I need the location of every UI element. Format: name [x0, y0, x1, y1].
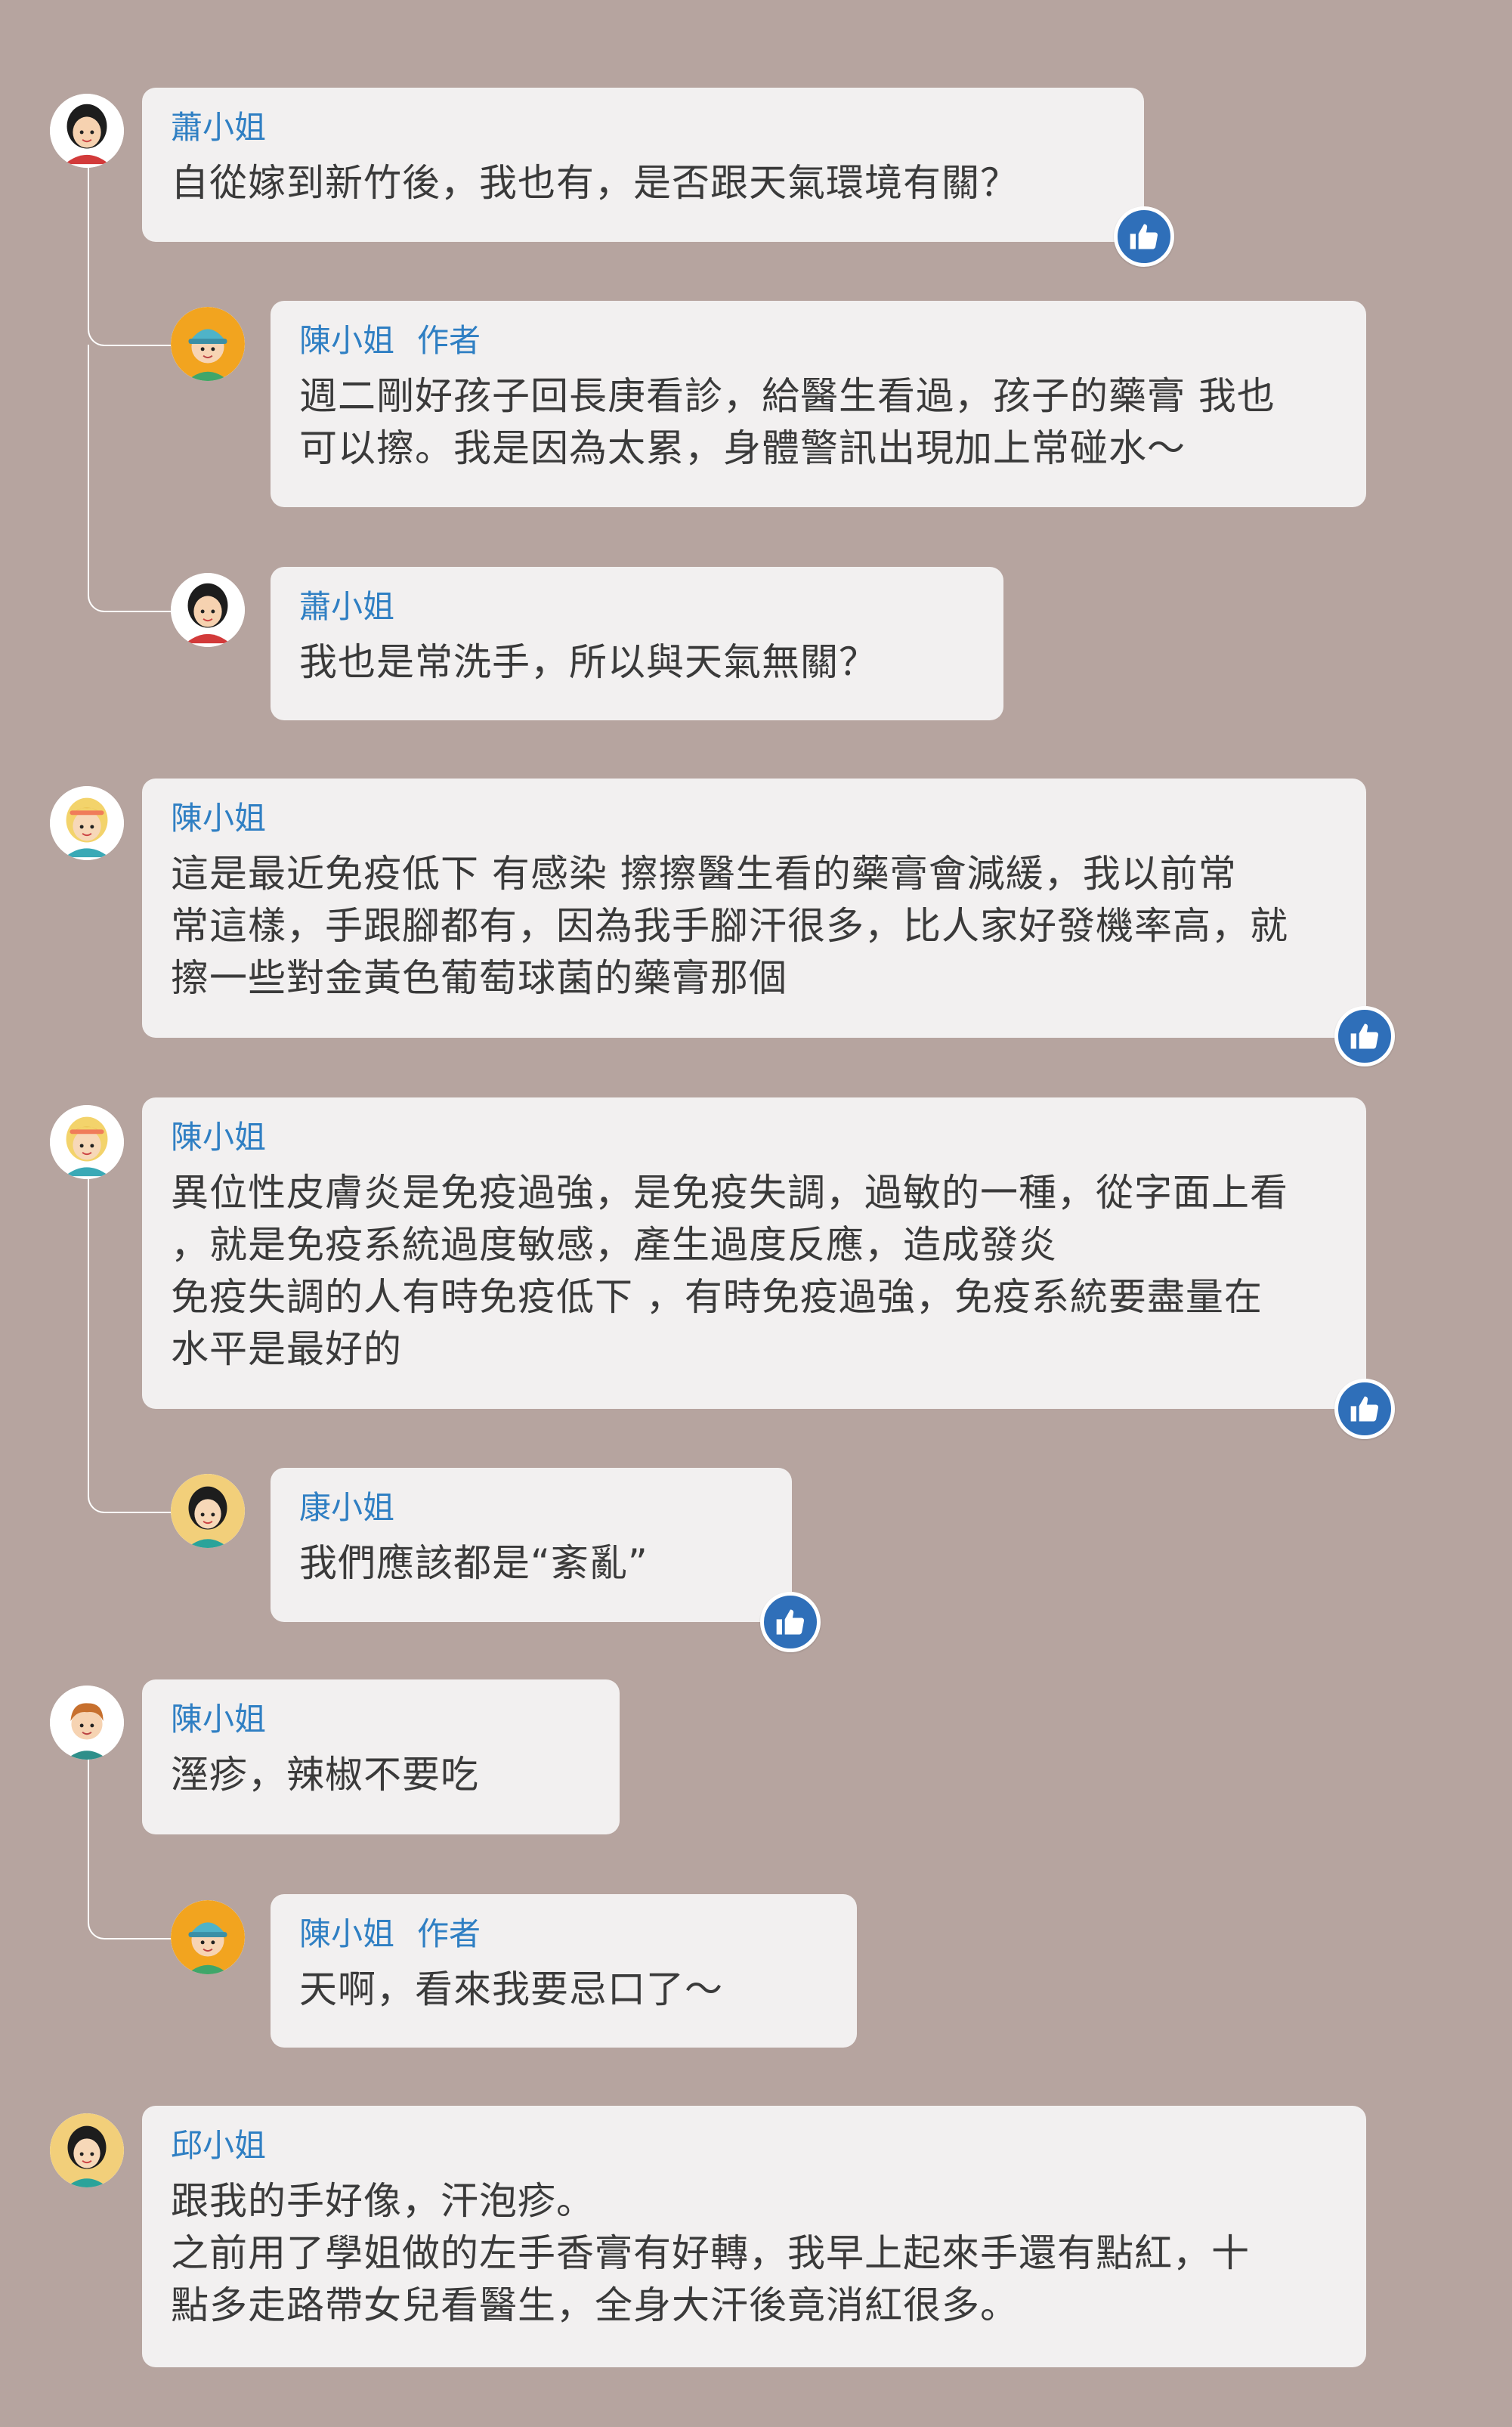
comment-author[interactable]: 陳小姐 — [171, 1699, 592, 1740]
thread-line — [88, 345, 172, 612]
comment-author[interactable]: 陳小姐 作者 — [299, 320, 1339, 361]
blonde-woman-avatar-icon — [50, 786, 124, 860]
comment-text: 跟我的手好像，汗泡疹。 之前用了學姐做的左手香膏有好轉，我早上起來手還有點紅，十… — [171, 2179, 1250, 2327]
comment-bubble: 蕭小姐 自從嫁到新竹後，我也有，是否跟天氣環境有關？ — [142, 88, 1144, 242]
comment-author[interactable]: 陳小姐 — [171, 1117, 1339, 1158]
woman-avatar-icon — [50, 94, 124, 168]
comment-text: 天啊，看來我要忌口了～ — [299, 1967, 723, 2011]
author-tag: 作者 — [417, 1915, 481, 1952]
comment-text: 這是最近免疫低下 有感染 擦擦醫生看的藥膏會減緩，我以前常 常這樣，手跟腳都有，… — [171, 852, 1288, 1000]
comment-author[interactable]: 陳小姐 — [171, 798, 1339, 839]
author-tag: 作者 — [417, 322, 481, 359]
avatar[interactable] — [50, 94, 124, 168]
comment-author[interactable]: 康小姐 — [299, 1487, 765, 1528]
comment-text: 我們應該都是“紊亂” — [299, 1541, 648, 1585]
avatar[interactable] — [171, 1474, 245, 1548]
comment-author[interactable]: 蕭小姐 — [299, 587, 976, 627]
comment-bubble: 陳小姐 異位性皮膚炎是免疫過強，是免疫失調，過敏的一種，從字面上看 ，就是免疫系… — [142, 1097, 1366, 1409]
comment-text: 我也是常洗手，所以與天氣無關？ — [299, 640, 877, 684]
kid-cap-avatar-icon — [171, 1900, 245, 1974]
man-avatar-icon — [50, 1686, 124, 1760]
comment-text: 週二剛好孩子回長庚看診，給醫生看過，孩子的藥膏 我也 可以擦。我是因為太累，身體… — [299, 374, 1275, 470]
comment-bubble: 陳小姐 作者 天啊，看來我要忌口了～ — [271, 1894, 857, 2048]
avatar[interactable] — [50, 1686, 124, 1760]
avatar[interactable] — [50, 2113, 124, 2187]
comment-bubble: 邱小姐 跟我的手好像，汗泡疹。 之前用了學姐做的左手香膏有好轉，我早上起來手還有… — [142, 2106, 1366, 2367]
avatar[interactable] — [171, 307, 245, 381]
avatar[interactable] — [50, 786, 124, 860]
avatar[interactable] — [50, 1105, 124, 1179]
woman-avatar-icon — [50, 2113, 124, 2187]
like-button[interactable] — [760, 1592, 821, 1652]
avatar[interactable] — [171, 573, 245, 647]
comment-text: 溼疹，辣椒不要吃 — [171, 1753, 479, 1797]
like-button[interactable] — [1334, 1379, 1395, 1439]
comment-author[interactable]: 陳小姐 作者 — [299, 1914, 830, 1955]
comment-bubble: 陳小姐 這是最近免疫低下 有感染 擦擦醫生看的藥膏會減緩，我以前常 常這樣，手跟… — [142, 779, 1366, 1038]
thumbs-up-icon — [1130, 224, 1158, 249]
comment-bubble: 陳小姐 作者 週二剛好孩子回長庚看診，給醫生看過，孩子的藥膏 我也 可以擦。我是因… — [271, 301, 1366, 507]
thumbs-up-icon — [776, 1609, 805, 1635]
comment-bubble: 康小姐 我們應該都是“紊亂” — [271, 1468, 792, 1622]
like-button[interactable] — [1114, 206, 1174, 267]
thumbs-up-icon — [1350, 1023, 1379, 1049]
thumbs-up-icon — [1350, 1396, 1379, 1422]
comment-text: 異位性皮膚炎是免疫過強，是免疫失調，過敏的一種，從字面上看 ，就是免疫系統過度敏… — [171, 1171, 1288, 1371]
comment-bubble: 陳小姐 溼疹，辣椒不要吃 — [142, 1679, 620, 1834]
kid-cap-avatar-icon — [171, 307, 245, 381]
woman-avatar-icon — [171, 573, 245, 647]
comment-text: 自從嫁到新竹後，我也有，是否跟天氣環境有關？ — [171, 161, 1019, 205]
avatar[interactable] — [171, 1900, 245, 1974]
woman-avatar-icon — [171, 1474, 245, 1548]
comment-author[interactable]: 蕭小姐 — [171, 107, 1117, 148]
like-button[interactable] — [1334, 1006, 1395, 1066]
comment-author[interactable]: 邱小姐 — [171, 2125, 1339, 2166]
comment-bubble: 蕭小姐 我也是常洗手，所以與天氣無關？ — [271, 567, 1003, 720]
blonde-woman-avatar-icon — [50, 1105, 124, 1179]
